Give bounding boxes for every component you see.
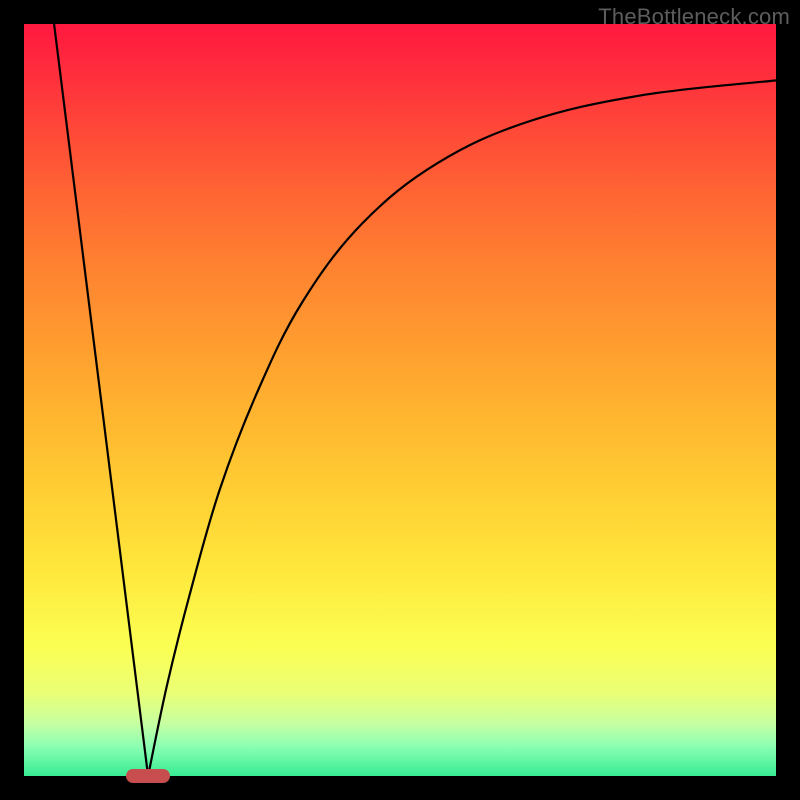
curve-path [54,24,776,776]
chart-svg [24,24,776,776]
watermark-text: TheBottleneck.com [598,4,790,30]
baseline-marker [126,769,170,783]
chart-area [24,24,776,776]
